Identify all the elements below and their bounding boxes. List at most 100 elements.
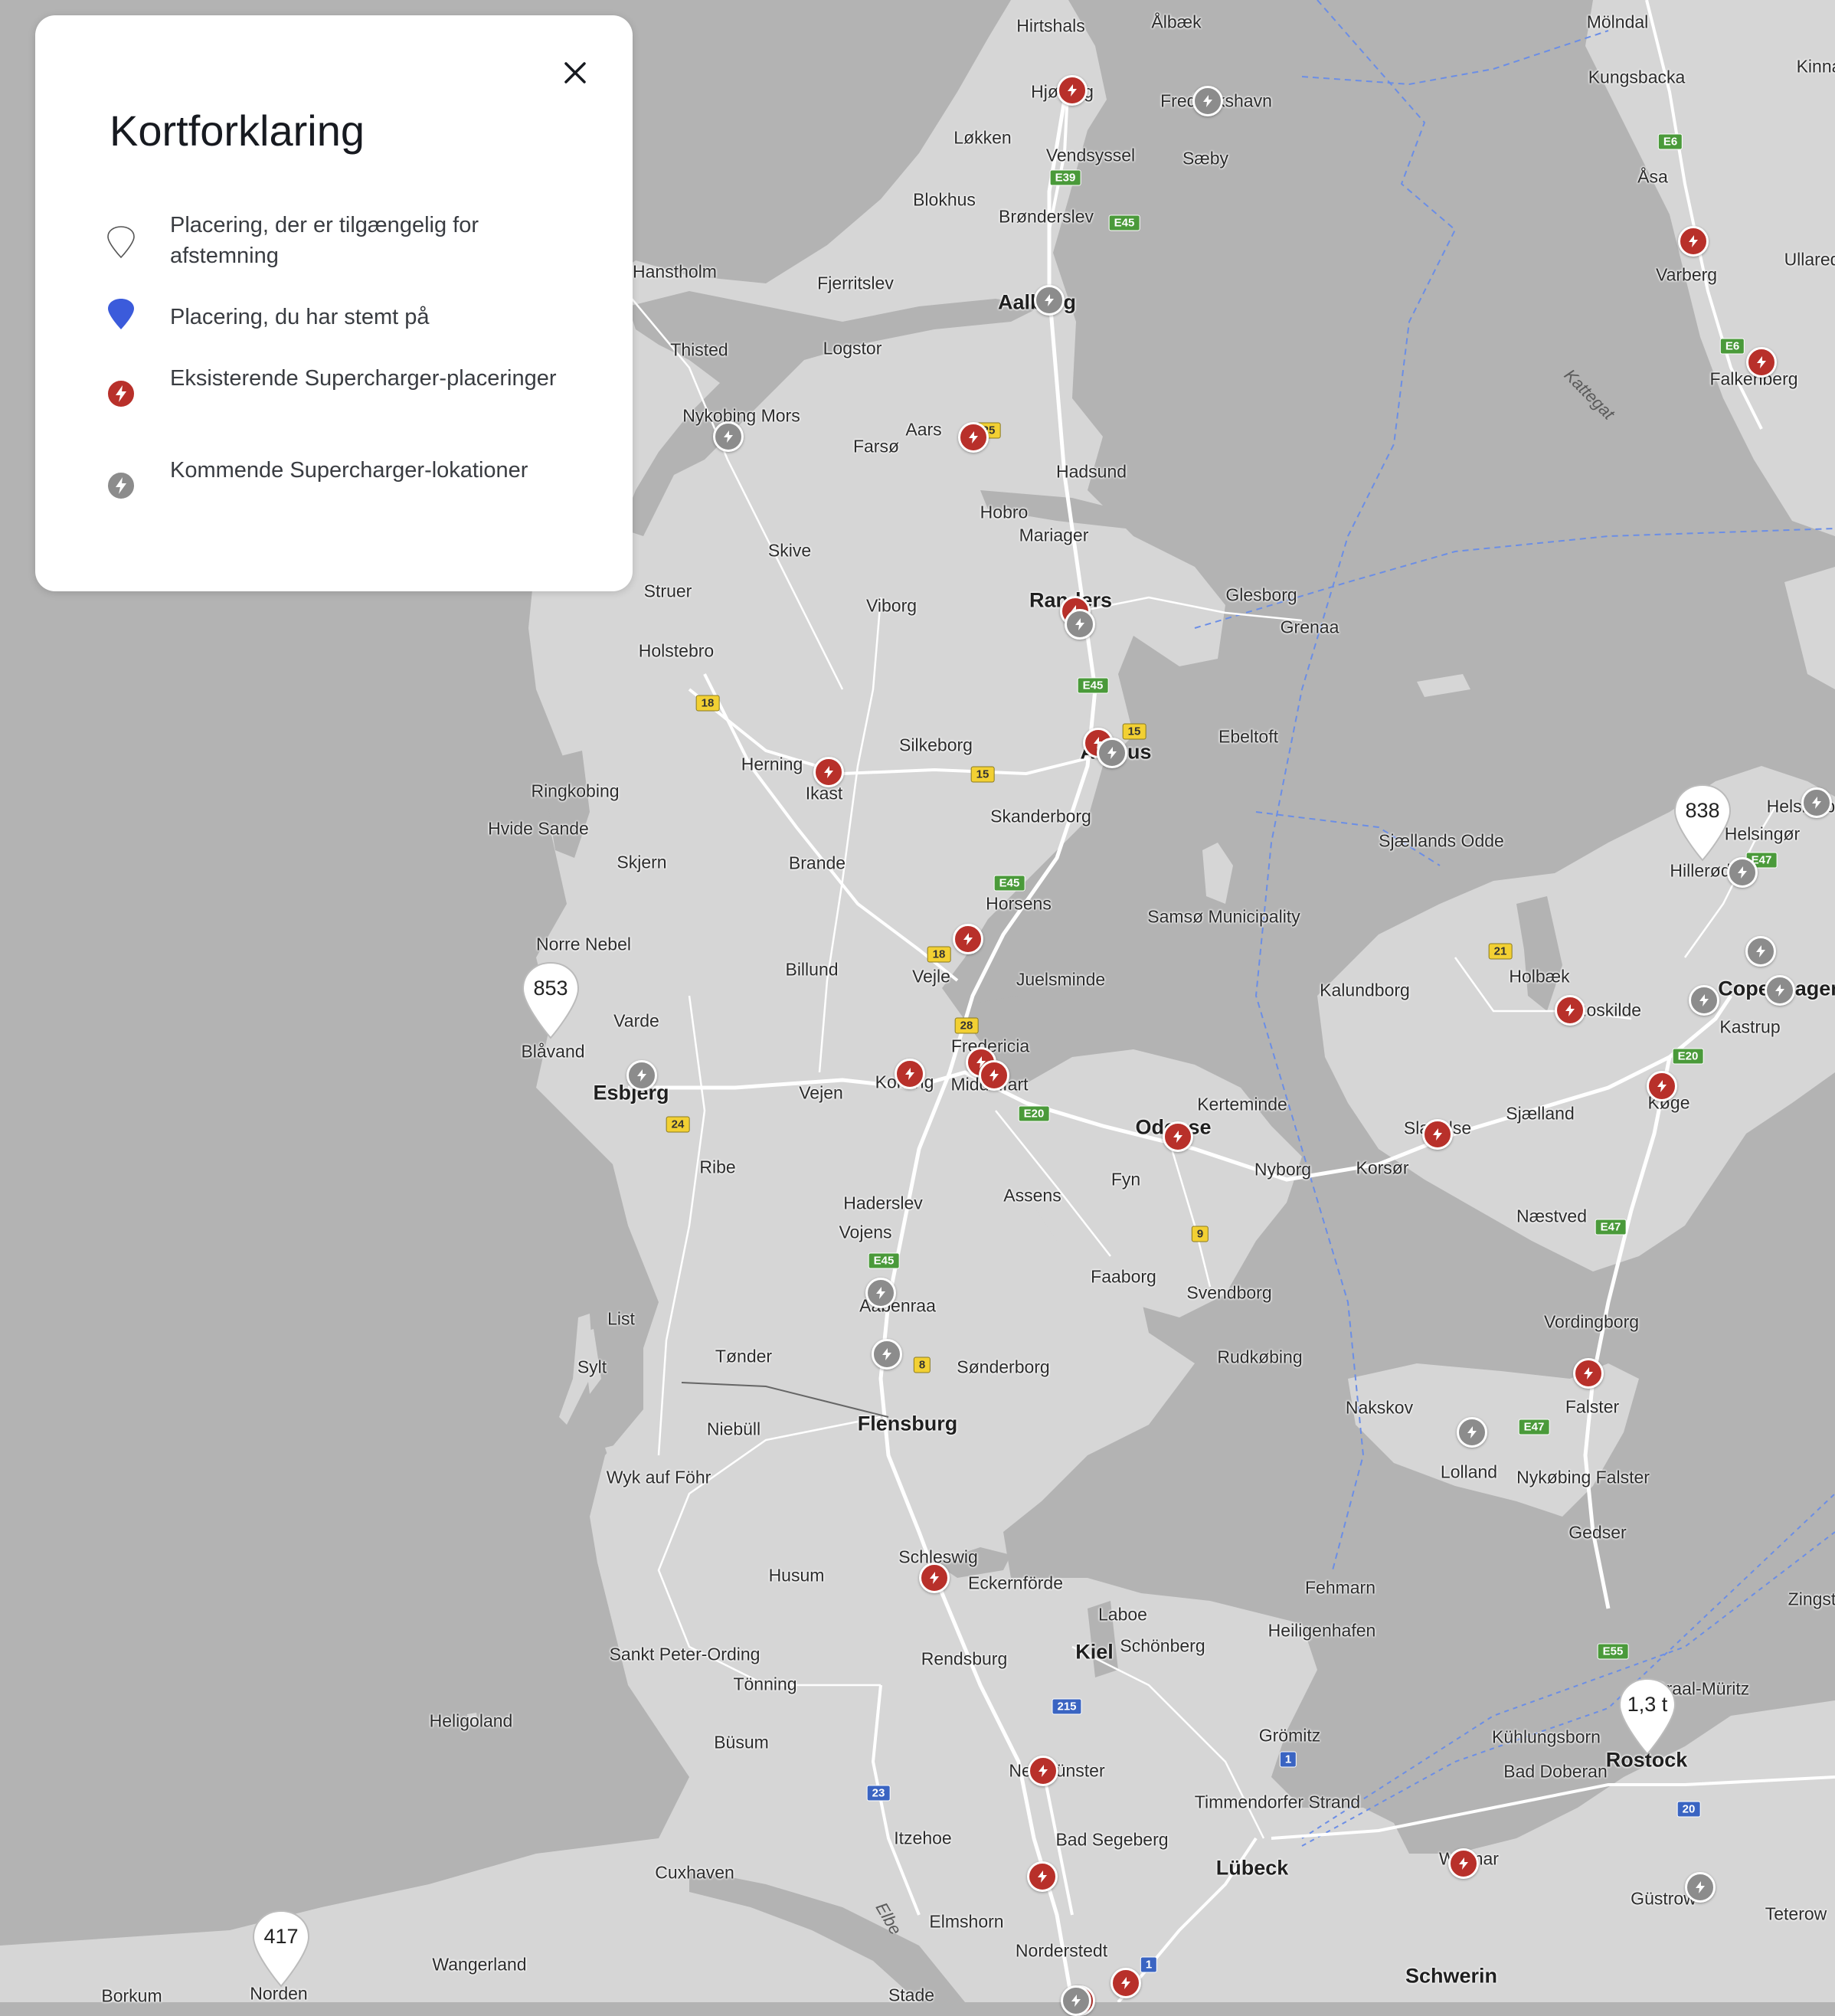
place-label: Elmshorn [929,1911,1004,1932]
existing-supercharger-icon[interactable] [958,422,989,453]
place-label: Sjælland [1506,1103,1575,1124]
place-label: Gedser [1568,1522,1627,1543]
place-label: Laboe [1098,1604,1147,1625]
place-label: Skive [767,540,812,561]
place-label: Hillerød [1670,860,1731,881]
vote-pin-hillerod[interactable]: 838 [1672,782,1733,862]
existing-supercharger-icon[interactable] [1110,1968,1141,1998]
road-shield-1-north: 1 [1279,1751,1297,1768]
upcoming-supercharger-icon[interactable] [1689,985,1719,1016]
existing-supercharger-icon[interactable] [1057,75,1088,106]
existing-supercharger-icon[interactable] [919,1563,950,1593]
existing-supercharger-icon[interactable] [1027,1861,1058,1892]
existing-supercharger-icon[interactable] [1746,347,1777,378]
legend-item-text: Kommende Supercharger-lokationer [170,458,528,483]
road-shield-e45-aarhus: E45 [1077,677,1109,694]
upcoming-supercharger-icon[interactable] [1192,86,1223,116]
place-label: Ålbæk [1151,11,1202,32]
grey-supercharger-icon [106,470,136,504]
place-label: Eckernförde [967,1573,1064,1593]
place-label: Heiligenhafen [1267,1620,1376,1641]
place-label: Hobro [980,502,1029,522]
place-label: Varberg [1655,264,1718,285]
vote-pin-norden[interactable]: 417 [250,1908,312,1988]
upcoming-supercharger-icon[interactable] [1065,609,1095,640]
place-label: Zingst [1788,1589,1835,1609]
place-label: Korsør [1356,1157,1409,1178]
existing-supercharger-icon[interactable] [1422,1119,1453,1150]
existing-supercharger-icon[interactable] [1555,995,1585,1026]
upcoming-supercharger-icon[interactable] [1034,285,1065,316]
place-label: Viborg [865,595,918,616]
vote-pin-rostock[interactable]: 1,3 t [1617,1676,1678,1756]
place-label: Horsens [986,893,1052,914]
place-label: Løkken [953,127,1012,148]
place-label: Farsø [852,436,900,457]
road-shield-e39: E39 [1049,169,1081,186]
place-label: Rudkøbing [1217,1347,1303,1367]
upcoming-supercharger-icon[interactable] [872,1339,902,1370]
existing-supercharger-icon[interactable] [1573,1358,1604,1389]
existing-supercharger-icon[interactable] [1647,1071,1677,1101]
existing-supercharger-icon[interactable] [1163,1121,1193,1152]
place-label: Bad Doberan [1503,1761,1608,1782]
legend-panel: Kortforklaring Placering, der er tilgæng… [35,15,633,591]
existing-supercharger-icon[interactable] [1028,1756,1058,1786]
road-shield-e20-kastrup: E20 [1672,1048,1704,1065]
place-label: Nyborg [1254,1159,1312,1180]
legend-item-text: Placering, der er tilgængelig for afstem… [170,213,479,268]
place-label: Falster [1565,1396,1620,1417]
place-label: Grömitz [1258,1725,1321,1746]
place-label: Hadsund [1055,461,1127,482]
upcoming-supercharger-icon[interactable] [1457,1417,1487,1448]
road-shield-e47-lolland: E47 [1518,1419,1550,1435]
place-label: Itzehoe [894,1828,952,1848]
upcoming-supercharger-icon[interactable] [713,421,744,452]
place-label: Skjern [617,852,667,872]
road-shield-e20-fyn: E20 [1018,1105,1050,1122]
place-label: Nakskov [1345,1397,1414,1418]
blue-pin-icon [106,297,136,331]
upcoming-supercharger-icon[interactable] [1685,1872,1716,1903]
vote-pin-blavand[interactable]: 853 [520,960,581,1039]
outline-pin-icon [106,225,136,259]
place-label: Wyk auf Föhr [606,1467,711,1487]
place-label: Teterow [1765,1903,1827,1924]
road-shield-15-aarhus: 15 [1122,723,1146,740]
place-label: Schwerin [1405,1964,1498,1988]
close-icon[interactable] [556,54,594,92]
place-label: Bad Segeberg [1055,1829,1169,1850]
place-label: Vordingborg [1543,1311,1640,1332]
road-shield-9: 9 [1191,1226,1209,1242]
existing-supercharger-icon[interactable] [1448,1848,1479,1879]
road-shield-1-south: 1 [1140,1956,1158,1973]
upcoming-supercharger-icon[interactable] [1745,936,1776,967]
road-shield-8: 8 [913,1357,931,1373]
place-label: Skanderborg [990,806,1091,826]
upcoming-supercharger-icon[interactable] [1097,738,1127,768]
place-label: Næstved [1516,1206,1588,1226]
existing-supercharger-icon[interactable] [813,757,844,787]
existing-supercharger-icon[interactable] [1678,226,1709,257]
upcoming-supercharger-icon[interactable] [1727,857,1758,888]
existing-supercharger-icon[interactable] [979,1060,1009,1091]
place-label: Blokhus [913,189,976,210]
place-label: Norderstedt [1015,1940,1108,1961]
existing-supercharger-icon[interactable] [895,1059,925,1089]
road-shield-e55: E55 [1597,1643,1629,1660]
place-label: Thisted [670,339,728,360]
upcoming-supercharger-icon[interactable] [1061,1985,1091,2016]
upcoming-supercharger-icon[interactable] [865,1278,896,1308]
upcoming-supercharger-icon[interactable] [1765,975,1795,1006]
road-shield-e45-north: E45 [1108,214,1140,231]
place-label: Hanstholm [633,261,717,282]
legend-item-text: Eksisterende Supercharger-placeringer [170,366,557,391]
upcoming-supercharger-icon[interactable] [1801,787,1832,818]
upcoming-supercharger-icon[interactable] [626,1060,657,1091]
place-label: Ribe [699,1157,736,1177]
place-label: Herning [741,754,803,774]
existing-supercharger-icon[interactable] [953,924,983,954]
place-label: Sæby [1182,148,1229,169]
place-label: Sylt [577,1357,607,1377]
place-label: Nykøbing Falster [1516,1467,1650,1487]
